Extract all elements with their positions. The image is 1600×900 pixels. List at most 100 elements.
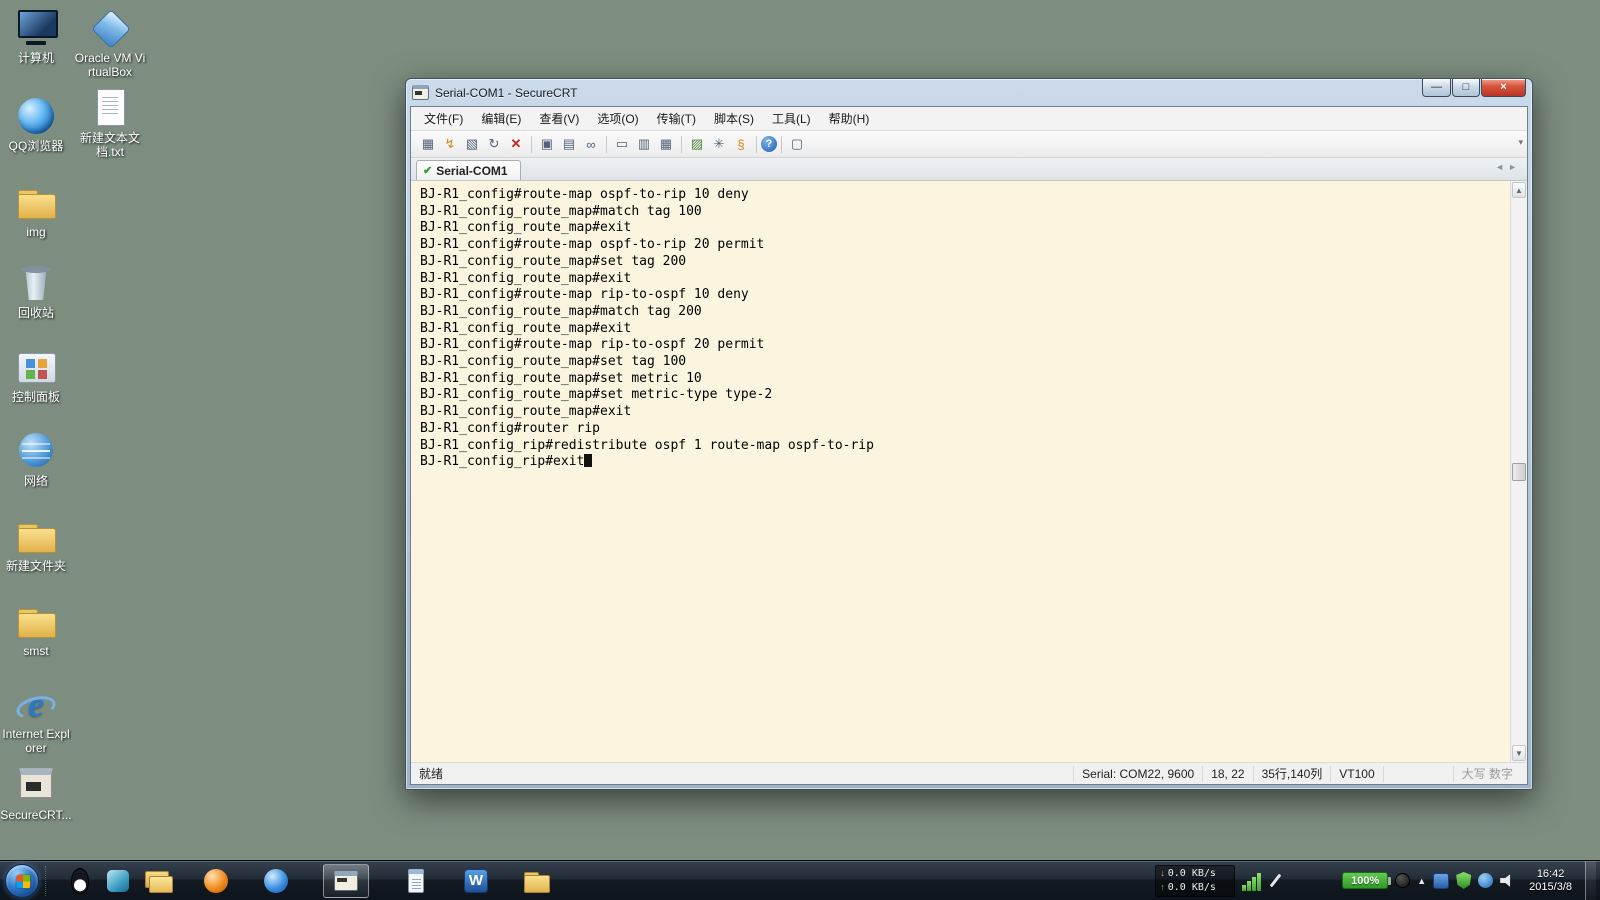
help-icon[interactable]: ? xyxy=(761,136,777,152)
computer-icon xyxy=(15,8,57,48)
terminal-line: BJ-R1_config_route_map#exit xyxy=(420,321,1503,338)
tab-scroll-arrows[interactable]: ◄► xyxy=(1495,162,1521,172)
menu-file[interactable]: 文件(F) xyxy=(415,107,472,130)
battery-indicator[interactable]: 100% xyxy=(1342,872,1388,889)
session-options-icon[interactable]: ✳ xyxy=(708,134,730,154)
run-script-icon[interactable]: ▨ xyxy=(686,134,708,154)
key-generator-icon[interactable]: § xyxy=(730,134,752,154)
status-emulation: VT100 xyxy=(1330,766,1382,782)
traffic-chart-icon[interactable] xyxy=(1242,871,1261,891)
toolbar-separator xyxy=(681,136,682,153)
terminal-line: BJ-R1_config_route_map#set metric 10 xyxy=(420,371,1503,388)
desktop-icon-label: SecureCRT... xyxy=(0,808,72,822)
desktop-icon-label: Oracle VM VirtualBox xyxy=(74,51,146,79)
menu-bar: 文件(F) 编辑(E) 查看(V) 选项(O) 传输(T) 脚本(S) 工具(L… xyxy=(411,107,1527,131)
menu-script[interactable]: 脚本(S) xyxy=(705,107,763,130)
desktop-icon-network[interactable]: 网络 xyxy=(0,431,72,488)
desktop-icon-qq-browser[interactable]: QQ浏览器 xyxy=(0,96,72,153)
taskbar-qq-icon[interactable] xyxy=(65,866,95,896)
taskbar-pc-manager-icon[interactable] xyxy=(103,866,133,896)
clock-time: 16:42 xyxy=(1529,868,1572,881)
taskbar-grip xyxy=(45,866,55,896)
session-manager-icon[interactable]: ▢ xyxy=(786,134,808,154)
menu-tools[interactable]: 工具(L) xyxy=(763,107,820,130)
terminal-line: BJ-R1_config_route_map#match tag 100 xyxy=(420,204,1503,221)
find-icon[interactable]: ∞ xyxy=(580,134,602,154)
desktop-icon-new-folder[interactable]: 新建文件夹 xyxy=(0,516,72,573)
menu-options[interactable]: 选项(O) xyxy=(588,107,647,130)
scroll-up-icon[interactable]: ▲ xyxy=(1512,182,1526,198)
taskbar-notepad-icon[interactable] xyxy=(401,866,431,896)
connect-icon[interactable]: ▦ xyxy=(417,134,439,154)
desktop-icon-label: 新建文件夹 xyxy=(0,559,72,573)
taskbar-folders-icon[interactable] xyxy=(141,866,171,896)
taskbar-word-icon[interactable]: W xyxy=(461,866,491,896)
securecrt-window: Serial-COM1 - SecureCRT — □ × 文件(F) 编辑(E… xyxy=(405,78,1533,790)
desktop-icon-control-panel[interactable]: 控制面板 xyxy=(0,347,72,404)
maximize-button[interactable]: □ xyxy=(1452,79,1480,97)
desktop-icon-securecrt[interactable]: SecureCRT... xyxy=(0,765,72,822)
tab-serial-com1[interactable]: ✔ Serial-COM1 xyxy=(416,160,521,180)
clock-date: 2015/3/8 xyxy=(1529,881,1572,894)
desktop-icon-img[interactable]: img xyxy=(0,182,72,239)
taskbar-explorer-icon[interactable] xyxy=(521,866,551,896)
tray-clock[interactable]: 16:42 2015/3/8 xyxy=(1523,868,1578,894)
volume-icon[interactable] xyxy=(1500,874,1516,888)
close-button[interactable]: × xyxy=(1481,79,1526,97)
disconnect-icon[interactable]: ✕ xyxy=(505,134,527,154)
show-hidden-icons-arrow[interactable]: ▲ xyxy=(1417,876,1426,886)
menu-edit[interactable]: 编辑(E) xyxy=(472,107,530,130)
desktop-icon-virtualbox[interactable]: Oracle VM VirtualBox xyxy=(74,8,146,79)
tray-blue-app-icon[interactable] xyxy=(1478,873,1493,888)
scroll-down-icon[interactable]: ▼ xyxy=(1512,745,1526,761)
desktop-icon-recycle-bin[interactable]: 回收站 xyxy=(0,263,72,320)
connect-in-tab-icon[interactable]: ▧ xyxy=(461,134,483,154)
toolbar-separator xyxy=(781,136,782,153)
menu-transfer[interactable]: 传输(T) xyxy=(648,107,705,130)
paste-icon[interactable]: ▤ xyxy=(558,134,580,154)
toolbar-overflow-icon[interactable]: ▾ xyxy=(1518,137,1523,148)
taskbar-browser-blue-icon[interactable] xyxy=(261,866,291,896)
show-desktop-button[interactable] xyxy=(1585,861,1596,900)
desktop-icon-smst[interactable]: smst xyxy=(0,601,72,658)
reconnect-icon[interactable]: ↻ xyxy=(483,134,505,154)
terminal-line: BJ-R1_config#route-map ospf-to-rip 10 de… xyxy=(420,187,1503,204)
minimize-button[interactable]: — xyxy=(1422,79,1451,97)
status-spacer xyxy=(1383,766,1453,782)
taskbar-securecrt-button[interactable] xyxy=(323,864,369,898)
start-button[interactable] xyxy=(5,864,39,898)
menu-view[interactable]: 查看(V) xyxy=(530,107,588,130)
network-icon xyxy=(15,431,57,471)
pen-icon[interactable] xyxy=(1268,872,1282,890)
terminal-line: BJ-R1_config#route-map rip-to-ospf 10 de… xyxy=(420,287,1503,304)
desktop-icon-text-document[interactable]: 新建文本文档.txt xyxy=(74,88,146,159)
status-cursor-position: 18, 22 xyxy=(1202,766,1252,782)
taskbar-browser-orange-icon[interactable] xyxy=(201,866,231,896)
toolbar-separator xyxy=(606,136,607,153)
menu-help[interactable]: 帮助(H) xyxy=(820,107,879,130)
antivirus-shield-icon[interactable] xyxy=(1456,872,1471,889)
print-preview-icon[interactable]: ▥ xyxy=(633,134,655,154)
terminal-line: BJ-R1_config#router rip xyxy=(420,421,1503,438)
taskbar: W ↓ 0.0 KB/s ↑ 0.0 KB/s 100% ▲ 16:42 201… xyxy=(0,860,1600,900)
scrollbar-thumb[interactable] xyxy=(1512,463,1526,481)
terminal-scrollbar[interactable]: ▲ ▼ xyxy=(1510,181,1527,762)
tab-scroll-left-icon: ◄ xyxy=(1495,162,1508,172)
title-bar[interactable]: Serial-COM1 - SecureCRT — □ × xyxy=(406,79,1532,106)
tab-bar: ✔ Serial-COM1 ◄► xyxy=(411,158,1527,181)
desktop-icon-computer[interactable]: 计算机 xyxy=(0,8,72,65)
terminal-line: BJ-R1_config_route_map#match tag 200 xyxy=(420,304,1503,321)
quick-connect-icon[interactable]: ↯ xyxy=(439,134,461,154)
input-method-icon[interactable] xyxy=(1433,873,1449,889)
desktop-icon-internet-explorer[interactable]: Internet Explorer xyxy=(0,684,72,755)
terminal-line: BJ-R1_config_rip#redistribute ospf 1 rou… xyxy=(420,438,1503,455)
status-serial: Serial: COM22, 9600 xyxy=(1073,766,1202,782)
tray-app-icon[interactable] xyxy=(1395,873,1410,888)
printer-icon[interactable]: ▦ xyxy=(655,134,677,154)
terminal-screen[interactable]: BJ-R1_config#route-map ospf-to-rip 10 de… xyxy=(411,181,1527,762)
network-speed-monitor[interactable]: ↓ 0.0 KB/s ↑ 0.0 KB/s xyxy=(1155,865,1235,897)
terminal-line: BJ-R1_config_route_map#set tag 100 xyxy=(420,354,1503,371)
print-icon[interactable]: ▭ xyxy=(611,134,633,154)
copy-icon[interactable]: ▣ xyxy=(536,134,558,154)
word-icon: W xyxy=(464,869,488,893)
